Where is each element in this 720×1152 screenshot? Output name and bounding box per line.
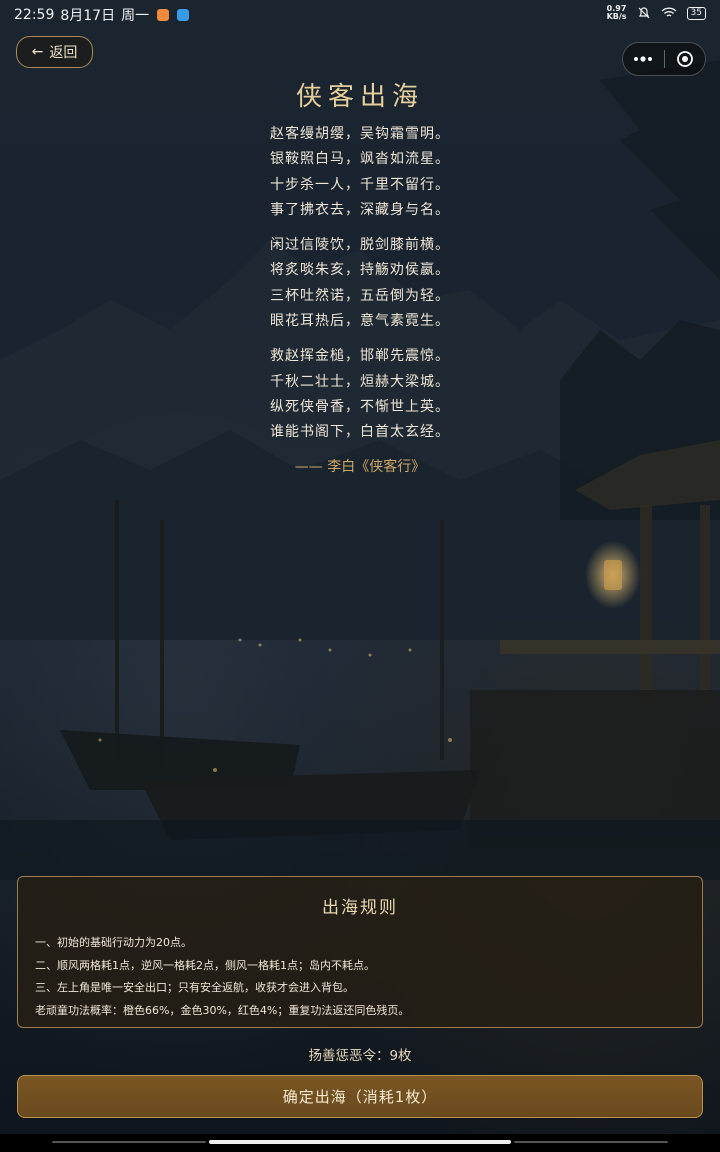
poem-line: 闲过信陵饮，脱剑膝前横。 [270,237,450,254]
poem-line: 赵客缦胡缨，吴钩霜雪明。 [270,126,450,142]
poem-line: 纵死侠骨香，不惭世上英。 [270,398,450,415]
rule-item: 一、初始的基础行动力为20点。 [35,936,192,949]
poem-title: 侠客出海 [295,82,424,112]
system-nav-bar [0,1134,720,1152]
status-weekday: 周一 [121,8,150,24]
back-arrow-icon: ← [31,44,44,60]
poem-line: 事了拂衣去，深藏身与名。 [270,201,450,218]
poem-line: 眼花耳热后，意气素霓生。 [270,313,450,330]
poem-body: 赵客缦胡缨，吴钩霜雪明。 银鞍照白马，飒沓如流星。 十步杀一人，千里不留行。 事… [0,122,720,476]
rules-title: 出海规则 [322,898,398,918]
poem-stanza: 救赵挥金槌，邯郸先震惊。 千秋二壮士，烜赫大梁城。 纵死侠骨香，不惭世上英。 谁… [0,344,720,445]
upload-notification-icon [177,9,190,21]
app-notification-icon [157,9,170,21]
rules-panel: 出海规则 一、初始的基础行动力为20点。 二、顺风两格耗1点，逆风一格耗2点，侧… [17,876,703,1028]
rules-list: 一、初始的基础行动力为20点。 二、顺风两格耗1点，逆风一格耗2点，侧风一格耗1… [18,932,702,1022]
status-right: 0.97 KB/s 35 [607,5,706,21]
poem-line: 将炙啖朱亥，持觞劝侯嬴。 [270,262,450,279]
rule-item: 三、左上角是唯一安全出口；只有安全返航，收获才会进入背包。 [35,981,354,994]
wifi-icon [661,7,677,17]
poem-line: 谁能书阁下，白首太玄经。 [270,424,450,441]
nav-track-left [52,1141,206,1143]
poem-line: 千秋二壮士，烜赫大梁城。 [270,373,450,390]
token-count: 扬善惩恶令：9枚 [308,1048,412,1064]
system-status-bar: 22:59 8月17日 周一 0.97 KB/s 35 [0,0,720,28]
status-left: 22:59 8月17日 周一 [14,5,190,25]
rule-item: 老顽童功法概率：橙色66%，金色30%，红色4%；重复功法返还同色残页。 [35,1003,410,1017]
miniprogram-capsule [622,42,706,76]
more-dots-icon [634,56,653,62]
poem-stanza: 赵客缦胡缨，吴钩霜雪明。 银鞍照白马，飒沓如流星。 十步杀一人，千里不留行。 事… [0,122,720,223]
network-speed: 0.97 KB/s [606,4,627,21]
rule-item: 二、顺风两格耗1点，逆风一格耗2点，侧风一格耗1点；岛内不耗点。 [35,958,375,972]
back-button-label: 返回 [49,45,78,61]
status-time: 22:59 [14,7,55,23]
silent-bell-icon [638,7,649,19]
poem-line: 十步杀一人，千里不留行。 [270,176,450,193]
confirm-sail-button[interactable]: 确定出海（消耗1枚） [17,1075,703,1118]
battery-indicator: 35 [686,6,706,20]
nav-track-right [514,1141,668,1143]
poem-line: 救赵挥金槌，邯郸先震惊。 [270,348,450,365]
target-close-icon [676,51,693,67]
back-button[interactable]: ← 返回 [16,36,93,68]
close-miniprogram-button[interactable] [665,43,706,75]
home-gesture-handle[interactable] [209,1140,511,1144]
status-date: 8月17日 [60,8,116,24]
poem-line: 三杯吐然诺，五岳倒为轻。 [270,287,450,304]
poem-line: 银鞍照白马，飒沓如流星。 [270,151,450,168]
poem-stanza: 闲过信陵饮，脱剑膝前横。 将炙啖朱亥，持觞劝侯嬴。 三杯吐然诺，五岳倒为轻。 眼… [0,233,720,334]
poem-attribution: —— 李白《侠客行》 [294,458,426,475]
more-menu-button[interactable] [623,43,664,75]
